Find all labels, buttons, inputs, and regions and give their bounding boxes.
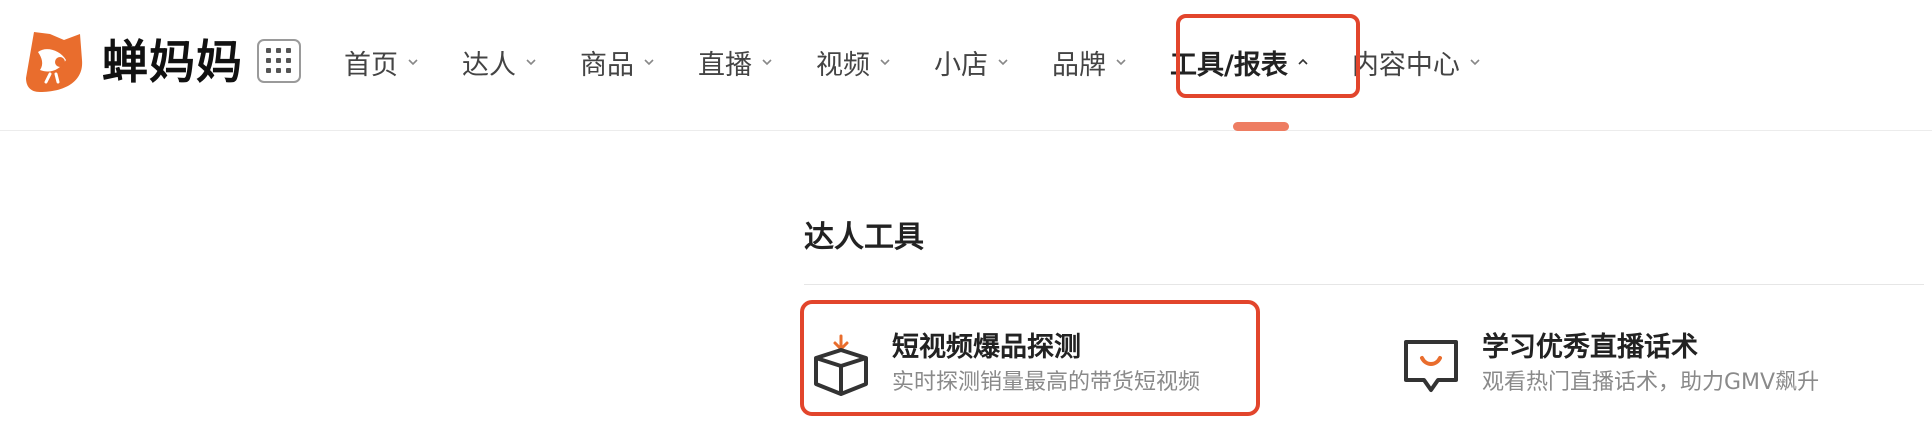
active-nav-highlight <box>1176 14 1360 98</box>
logo[interactable]: 蝉妈妈 <box>20 26 243 98</box>
nav-item-label: 首页 <box>344 49 398 81</box>
grid-dot <box>286 68 291 73</box>
chevron-down-icon <box>644 59 654 66</box>
nav-item-video[interactable]: 视频 <box>816 43 892 82</box>
tool-title: 学习优秀直播话术 <box>1482 332 1698 363</box>
nav-item-influencers[interactable]: 达人 <box>462 43 538 82</box>
chat-smile-icon <box>1404 340 1458 392</box>
nav-item-content-center[interactable]: 内容中心 <box>1352 43 1482 82</box>
section-title: 达人工具 <box>804 220 924 255</box>
chevron-down-icon <box>998 59 1008 66</box>
chevron-down-icon <box>880 59 890 66</box>
cicada-logo-icon <box>26 32 83 92</box>
section-divider <box>804 284 1924 285</box>
grid-dot <box>276 48 281 53</box>
nav-item-label: 直播 <box>698 49 752 81</box>
active-nav-indicator <box>1233 122 1289 131</box>
nav-item-home[interactable]: 首页 <box>344 43 420 82</box>
nav-item-live[interactable]: 直播 <box>698 43 774 82</box>
grid-dot <box>266 58 271 63</box>
grid-dot <box>276 58 281 63</box>
tool-live-script-learning[interactable]: 学习优秀直播话术 观看热门直播话术，助力GMV飙升 <box>1400 330 1819 400</box>
grid-dot <box>286 58 291 63</box>
nav-item-label: 小店 <box>934 49 988 81</box>
nav-item-shop[interactable]: 小店 <box>934 43 1010 82</box>
app-grid-button[interactable] <box>257 39 301 83</box>
grid-dot <box>266 48 271 53</box>
nav-item-brand[interactable]: 品牌 <box>1052 43 1128 82</box>
nav-item-label: 内容中心 <box>1351 49 1460 81</box>
chevron-down-icon <box>762 59 772 66</box>
chevron-down-icon <box>408 59 418 66</box>
nav-item-label: 达人 <box>462 49 516 81</box>
grid-dot <box>276 68 281 73</box>
chevron-down-icon <box>1116 59 1126 66</box>
grid-dot <box>266 68 271 73</box>
tool-description: 观看热门直播话术，助力GMV飙升 <box>1482 370 1820 395</box>
top-header: 蝉妈妈 首页 达人 商品 直播 视频 小店 品牌 工具/报表 内容中心 <box>0 0 1932 131</box>
tool-highlight <box>800 300 1260 416</box>
nav-item-products[interactable]: 商品 <box>580 43 656 82</box>
nav-item-label: 视频 <box>816 49 870 81</box>
brand-name: 蝉妈妈 <box>102 35 243 89</box>
chevron-down-icon <box>1470 59 1480 66</box>
chevron-down-icon <box>526 59 536 66</box>
nav-item-label: 商品 <box>580 49 634 81</box>
grid-dot <box>286 48 291 53</box>
nav-item-label: 品牌 <box>1052 49 1106 81</box>
